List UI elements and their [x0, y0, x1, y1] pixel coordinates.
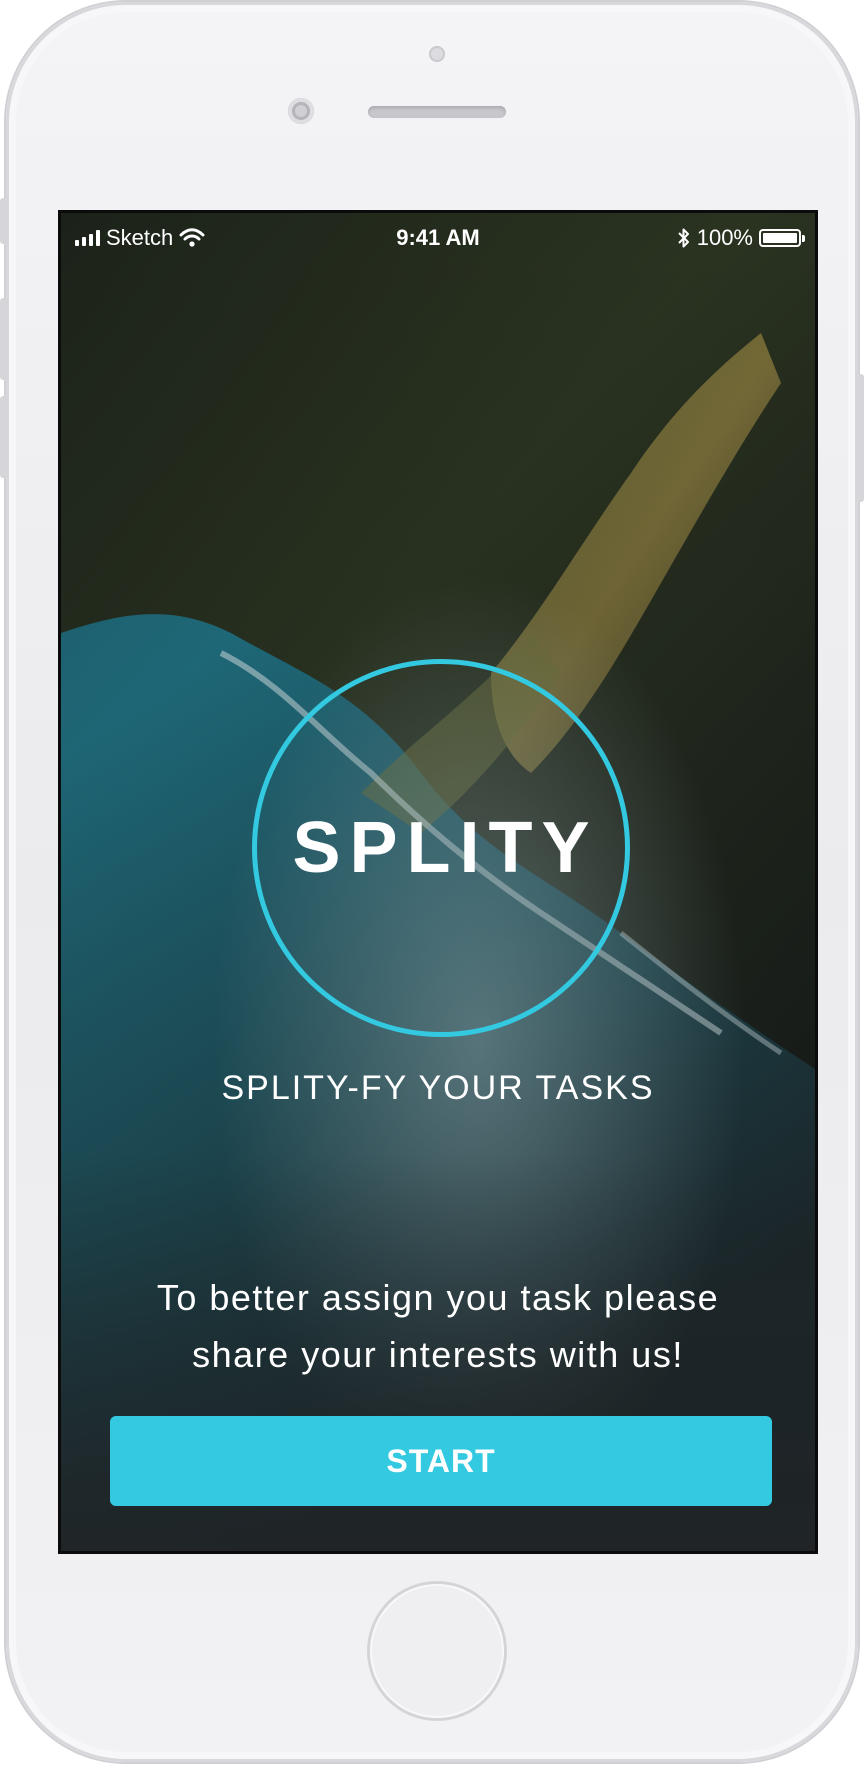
- front-camera: [288, 98, 314, 124]
- home-button[interactable]: [370, 1584, 504, 1718]
- prompt-line-1: To better assign you task please: [156, 1277, 720, 1318]
- volume-up-button: [0, 298, 8, 380]
- volume-down-button: [0, 396, 8, 478]
- prompt-line-2: share your interests with us!: [192, 1334, 684, 1375]
- app-screen: Sketch 9:41 AM 100% SPLITY SPLITY-FY YOU…: [58, 210, 818, 1554]
- interest-prompt: To better assign you task please share y…: [101, 1269, 775, 1383]
- logo-ring: SPLITY: [252, 659, 630, 1037]
- battery-icon: [759, 229, 805, 247]
- status-right: 100%: [677, 225, 805, 251]
- silent-switch: [0, 198, 8, 244]
- status-bar: Sketch 9:41 AM 100%: [61, 213, 815, 261]
- earpiece-speaker: [368, 106, 506, 118]
- battery-percent: 100%: [696, 225, 753, 250]
- app-logo-text: SPLITY: [292, 808, 599, 888]
- proximity-sensor: [429, 46, 445, 62]
- start-button[interactable]: START: [110, 1416, 772, 1506]
- bluetooth-icon: [678, 228, 689, 248]
- power-button: [856, 374, 864, 502]
- phone-frame: Sketch 9:41 AM 100% SPLITY SPLITY-FY YOU…: [0, 2, 864, 1762]
- tagline: SPLITY-FY YOUR TASKS: [221, 1069, 655, 1107]
